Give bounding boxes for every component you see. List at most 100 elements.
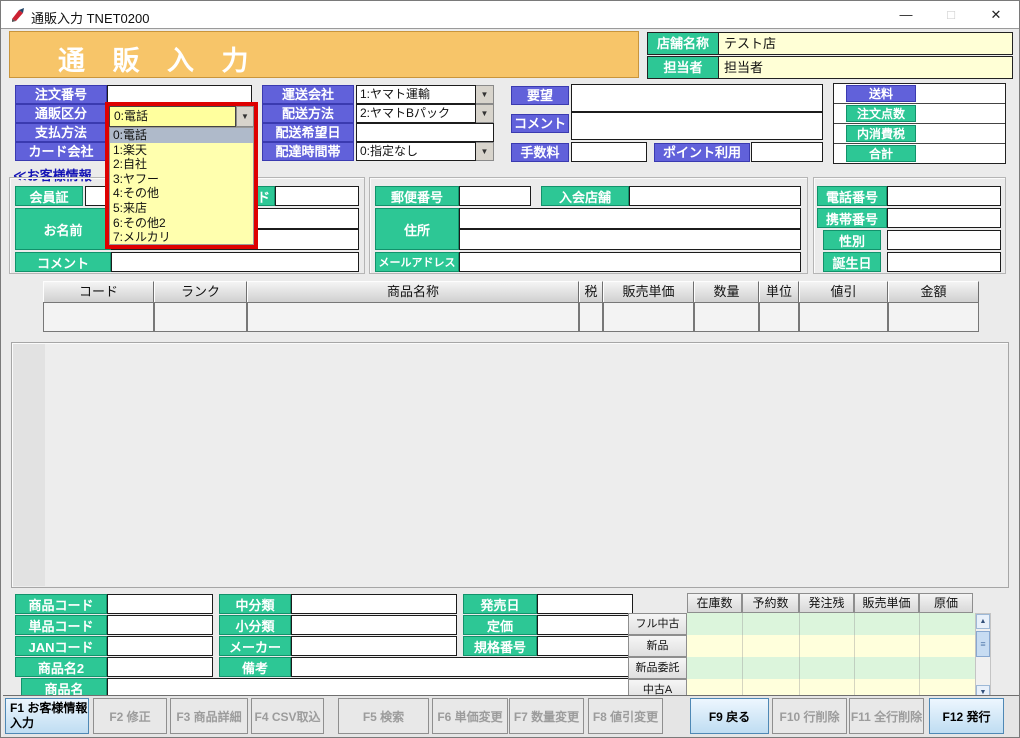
product-code-field[interactable] [107,594,213,614]
f2-edit-button[interactable]: F2 修正 [93,698,167,734]
card-company-label: カード会社 [15,142,107,161]
list-price-label: 定価 [463,615,537,635]
f11-all-rows-delete-button[interactable]: F11 全行削除 [849,698,924,734]
delivery-method-label: 配送方法 [262,104,354,123]
unit-code-label: 単品コード [15,615,107,635]
dropdown-item[interactable]: 1:楽天 [110,143,253,158]
carrier-combo[interactable]: 1:ヤマト運輸 ▼ [356,85,494,104]
order-comment-label: コメント [511,114,569,133]
product-name2-field[interactable] [107,657,213,677]
f1-customer-info-button[interactable]: F1 お客様情報入力 [5,698,89,734]
maximize-icon[interactable]: □ [930,1,972,28]
stock-row-new-consign[interactable]: 新品委託 [628,657,687,679]
email-field[interactable] [459,252,801,272]
dropdown-item[interactable]: 5:来店 [110,201,253,216]
unit-code-field[interactable] [107,615,213,635]
delivery-method-value[interactable]: 2:ヤマトBパック [356,104,476,123]
phone-field[interactable] [887,186,1001,206]
chevron-down-icon[interactable]: ▼ [476,85,494,104]
join-store-field[interactable] [629,186,801,206]
f3-product-detail-button[interactable]: F3 商品詳細 [170,698,248,734]
note-field[interactable] [291,657,633,677]
f8-discount-change-button[interactable]: F8 値引変更 [588,698,663,734]
minimize-icon[interactable]: — [885,1,927,28]
standard-no-label: 規格番号 [463,636,537,656]
order-comment-field[interactable] [571,112,823,140]
delivery-time-value[interactable]: 0:指定なし [356,142,476,161]
dropdown-item[interactable]: 6:その他2 [110,216,253,231]
window-title: 通販入力 TNET0200 [31,8,149,27]
dropdown-item[interactable]: 0:電話 [110,128,253,143]
maker-field[interactable] [291,636,457,656]
col-header-unit: 単位 [759,281,799,303]
standard-no-field[interactable] [537,636,633,656]
category-combo-value[interactable]: 0:電話 [109,106,236,127]
f12-issue-button[interactable]: F12 発行 [929,698,1004,734]
customer-comment-label: コメント [15,252,111,272]
staff-row: 担当者 担当者 [647,56,1013,79]
product-name2-label: 商品名2 [15,657,107,677]
dropdown-item[interactable]: 3:ヤフー [110,172,253,187]
scrollbar-thumb[interactable]: ≡ [976,631,990,657]
staff-field[interactable]: 担当者 [719,57,1012,78]
delivery-date-field[interactable] [356,123,494,142]
address-field-1[interactable] [459,208,801,229]
gender-field[interactable] [887,230,1001,250]
col-header-tax: 税 [579,281,603,303]
scroll-up-icon[interactable]: ▲ [976,614,990,629]
item-list-panel [11,342,1009,588]
stock-data-row [687,635,975,657]
chevron-down-icon[interactable]: ▼ [476,142,494,161]
order-no-label: 注文番号 [15,85,107,104]
dropdown-item[interactable]: 7:メルカリ [110,230,253,245]
birthday-field[interactable] [887,252,1001,272]
list-price-field[interactable] [537,615,633,635]
carrier-value[interactable]: 1:ヤマト運輸 [356,85,476,104]
mid-category-label: 中分類 [219,594,291,614]
col-header-discount: 値引 [799,281,888,303]
dropdown-item[interactable]: 4:その他 [110,186,253,201]
f7-qty-change-button[interactable]: F7 数量変更 [509,698,584,734]
app-icon [10,7,26,23]
stock-grid-line [919,613,920,701]
request-field[interactable] [571,84,823,112]
chevron-down-icon[interactable]: ▼ [236,106,254,127]
jan-code-field[interactable] [107,636,213,656]
release-date-field[interactable] [537,594,633,614]
delivery-method-combo[interactable]: 2:ヤマトBパック ▼ [356,104,494,123]
entry-cell-discount [799,302,888,332]
partial-hidden-field[interactable] [275,186,359,206]
chevron-down-icon[interactable]: ▼ [476,104,494,123]
point-use-field[interactable] [751,142,823,162]
f10-row-delete-button[interactable]: F10 行削除 [772,698,847,734]
request-label: 要望 [511,86,569,105]
address-field-2[interactable] [459,229,801,250]
fee-field[interactable] [571,142,647,162]
dropdown-item[interactable]: 2:自社 [110,157,253,172]
stock-col-stock: 在庫数 [687,593,742,613]
mid-category-field[interactable] [291,594,457,614]
f6-unit-price-change-button[interactable]: F6 単価変更 [432,698,508,734]
col-header-unit-price: 販売単価 [603,281,694,303]
store-name-field[interactable]: テスト店 [719,33,1012,54]
f4-csv-import-button[interactable]: F4 CSV取込 [251,698,324,734]
small-category-field[interactable] [291,615,457,635]
zip-label: 郵便番号 [375,186,459,206]
stock-grid-line [799,613,800,701]
col-header-code: コード [43,281,154,303]
customer-comment-field[interactable] [111,252,359,272]
fee-label: 手数料 [511,143,569,162]
close-icon[interactable]: ✕ [975,1,1017,28]
stock-row-new[interactable]: 新品 [628,635,687,657]
tax-label: 内消費税 [846,125,916,142]
stock-scrollbar[interactable]: ▲ ≡ ▼ [975,613,991,701]
mobile-field[interactable] [887,208,1001,228]
entry-cell-rank [154,302,247,332]
delivery-time-combo[interactable]: 0:指定なし ▼ [356,142,494,161]
f9-back-button[interactable]: F9 戻る [690,698,769,734]
stock-row-full-used[interactable]: フル中古 [628,613,687,635]
store-name-row: 店舗名称 テスト店 [647,32,1013,55]
item-list-gutter [13,344,45,586]
zip-field[interactable] [459,186,531,206]
f5-search-button[interactable]: F5 検索 [338,698,429,734]
